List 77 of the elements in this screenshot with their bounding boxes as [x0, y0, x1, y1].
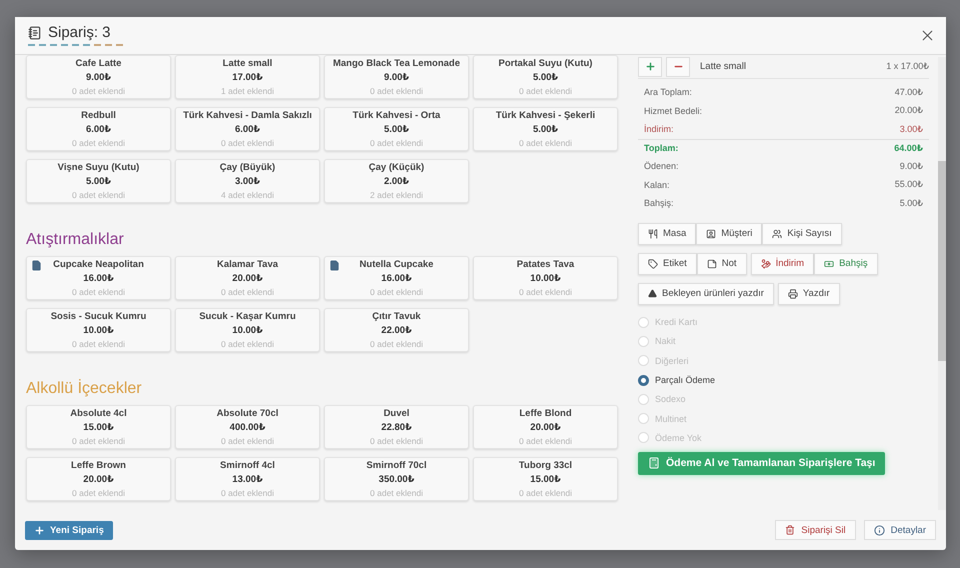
category-title: Atıştırmalıklar — [26, 231, 125, 249]
action-button[interactable]: Kişi Sayısı — [762, 222, 842, 244]
product-card[interactable]: Leffe Blond 20.00₺ 0 adet eklendi — [473, 405, 618, 449]
decrease-button[interactable] — [666, 56, 690, 76]
action-button[interactable]: Etiket — [638, 252, 697, 274]
total-label: Kalan: — [644, 180, 670, 190]
total-label: Toplam: — [644, 143, 678, 154]
total-label: Hizmet Bedeli: — [644, 106, 702, 116]
action-button[interactable]: Müşteri — [696, 222, 762, 244]
radio-button[interactable] — [638, 374, 649, 386]
order-item-quantity: 1 x 17.00₺ — [886, 61, 929, 72]
product-card[interactable]: Portakal Suyu (Kutu) 5.00₺ 0 adet eklendi — [473, 55, 618, 99]
delete-order-button[interactable]: Siparişi Sil — [775, 520, 856, 540]
note-icon — [706, 258, 717, 268]
product-card[interactable]: Latte small 17.00₺ 1 adet eklendi — [175, 55, 320, 99]
total-label: Bahşiş: — [644, 198, 674, 208]
increase-button[interactable] — [638, 56, 662, 76]
product-card[interactable]: Smirnoff 70cl 350.00₺ 0 adet eklendi — [324, 457, 469, 501]
scrollbar[interactable] — [938, 57, 946, 510]
new-order-button[interactable]: Yeni Sipariş — [25, 520, 113, 540]
action-button[interactable]: Bekleyen ürünleri yazdır — [638, 282, 774, 304]
plus-icon — [34, 524, 45, 536]
action-button[interactable]: Bahşiş — [814, 252, 878, 274]
info-icon — [874, 524, 885, 536]
notebook-icon — [28, 26, 42, 40]
id-card-icon — [706, 228, 716, 238]
product-card[interactable]: Cafe Latte 9.00₺ 0 adet eklendi — [26, 55, 171, 99]
total-value: 20.00₺ — [894, 105, 923, 116]
order-item-name: Latte small — [700, 61, 747, 72]
product-card[interactable]: Patates Tava 10.00₺ 0 adet eklendi — [473, 256, 618, 300]
details-button[interactable]: Detaylar — [864, 520, 936, 540]
product-card[interactable]: Redbull 6.00₺ 0 adet eklendi — [26, 107, 171, 151]
product-card[interactable]: Cupcake Neapolitan 16.00₺ 0 adet eklendi — [26, 256, 171, 300]
product-card[interactable]: Nutella Cupcake 16.00₺ 0 adet eklendi — [324, 256, 469, 300]
plus-icon — [644, 61, 656, 72]
product-card[interactable]: Çay (Büyük) 3.00₺ 4 adet eklendi — [175, 159, 320, 203]
total-value: 47.00₺ — [894, 86, 923, 98]
product-card[interactable]: Mango Black Tea Lemonade 9.00₺ 0 adet eklendi — [324, 55, 469, 99]
product-card[interactable]: Türk Kahvesi - Damla Sakızlı 6.00₺ 0 adet eklendi — [175, 107, 320, 151]
total-value: 5.00₺ — [900, 198, 923, 209]
product-card[interactable]: Türk Kahvesi - Şekerli 5.00₺ 0 adet eklendi — [473, 107, 618, 151]
total-label: İndirim: — [644, 124, 674, 134]
total-value: 3.00₺ — [900, 124, 923, 135]
product-card[interactable]: Türk Kahvesi - Orta 5.00₺ 0 adet eklendi — [324, 107, 469, 151]
product-card[interactable]: Sosis - Sucuk Kumru 10.00₺ 0 adet eklendi — [26, 308, 171, 352]
printer-icon — [788, 288, 798, 298]
action-button[interactable]: İndirim — [750, 252, 814, 274]
product-card[interactable]: Sucuk - Kaşar Kumru 10.00₺ 0 adet eklendi — [175, 308, 320, 352]
tag-icon — [648, 258, 658, 268]
product-card[interactable]: Absolute 70cl 400.00₺ 0 adet eklendi — [175, 405, 320, 449]
category-title: Alkollü İçecekler — [26, 380, 143, 398]
action-button[interactable]: Masa — [638, 222, 696, 244]
action-button[interactable]: Not — [696, 252, 747, 274]
dialog-title: Sipariş: 3 — [48, 24, 111, 41]
product-card[interactable]: Kalamar Tava 20.00₺ 0 adet eklendi — [175, 256, 320, 300]
product-card[interactable]: Çay (Küçük) 2.00₺ 2 adet eklendi — [324, 159, 469, 203]
trash-icon — [785, 525, 796, 535]
total-value: 55.00₺ — [894, 179, 923, 190]
triangle-icon — [648, 289, 657, 298]
calculator-icon — [648, 457, 660, 470]
utensils-icon — [648, 228, 658, 238]
product-card[interactable]: Leffe Brown 20.00₺ 0 adet eklendi — [26, 457, 171, 501]
product-card[interactable]: Tuborg 33cl 15.00₺ 0 adet eklendi — [473, 457, 618, 501]
product-card[interactable]: Çıtır Tavuk 22.00₺ 0 adet eklendi — [324, 308, 469, 352]
hand-coins-icon — [760, 258, 771, 268]
total-value: 64.00₺ — [894, 142, 923, 154]
product-card[interactable]: Smirnoff 4cl 13.00₺ 0 adet eklendi — [175, 457, 320, 501]
users-icon — [772, 228, 782, 238]
total-label: Ödenen: — [644, 161, 679, 172]
product-card[interactable]: Absolute 4cl 15.00₺ 0 adet eklendi — [26, 405, 171, 449]
product-card[interactable]: Duvel 22.80₺ 0 adet eklendi — [324, 405, 469, 449]
action-button[interactable]: Yazdır — [778, 282, 840, 304]
product-card[interactable]: Vişne Suyu (Kutu) 5.00₺ 0 adet eklendi — [26, 159, 171, 203]
total-value: 9.00₺ — [900, 160, 923, 172]
total-label: Ara Toplam: — [644, 87, 692, 98]
banknote-icon — [824, 258, 834, 268]
payment-option[interactable]: Parçalı Ödeme — [638, 370, 929, 390]
